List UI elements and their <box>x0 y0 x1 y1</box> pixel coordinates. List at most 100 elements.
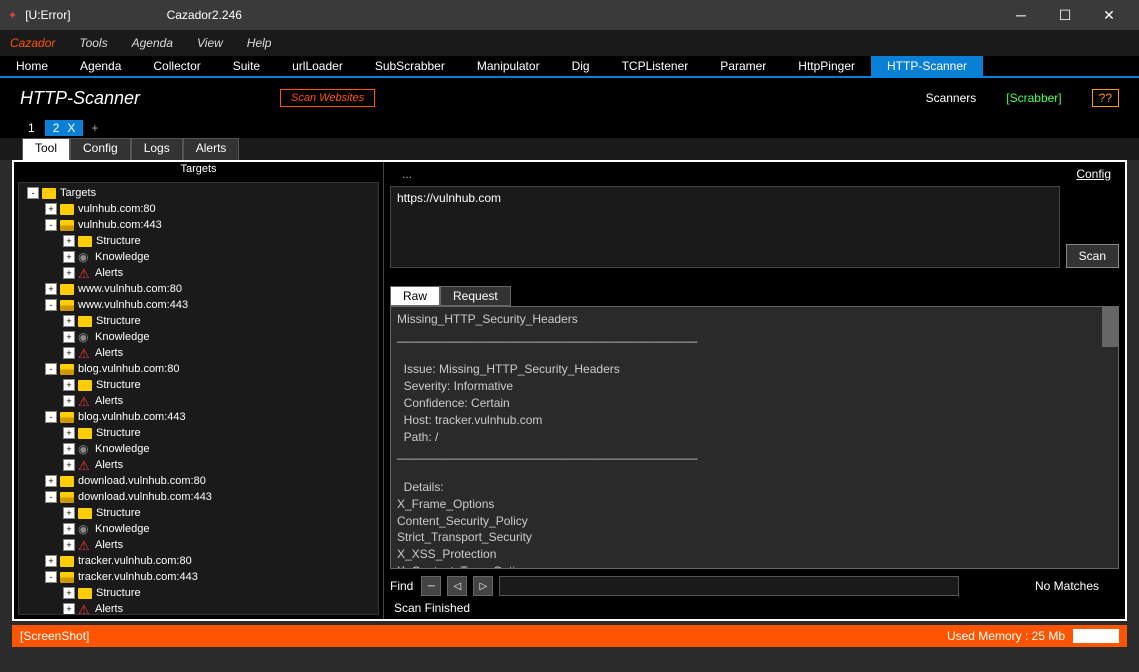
expand-icon[interactable]: - <box>45 411 57 423</box>
menu-tools[interactable]: Tools <box>79 36 107 50</box>
tree-node[interactable]: +Knowledge <box>21 249 376 265</box>
expand-icon[interactable]: + <box>63 251 75 263</box>
tab-paramer[interactable]: Paramer <box>704 56 782 76</box>
screenshot-label[interactable]: [ScreenShot] <box>20 629 89 643</box>
menu-help[interactable]: Help <box>247 36 272 50</box>
tree-node[interactable]: +Knowledge <box>21 441 376 457</box>
tree-node[interactable]: +Alerts <box>21 537 376 553</box>
tree-node[interactable]: +Alerts <box>21 265 376 281</box>
tree-node[interactable]: +Knowledge <box>21 329 376 345</box>
add-tab-button[interactable]: + <box>85 121 104 135</box>
expand-icon[interactable]: + <box>63 539 75 551</box>
url-input[interactable] <box>390 186 1060 268</box>
menu-agenda[interactable]: Agenda <box>132 36 173 50</box>
expand-icon[interactable]: - <box>45 299 57 311</box>
scrollbar-thumb[interactable] <box>1102 307 1118 347</box>
tab-httppinger[interactable]: HttpPinger <box>782 56 871 76</box>
expand-icon[interactable]: + <box>45 283 57 295</box>
tree-node[interactable]: +vulnhub.com:80 <box>21 201 376 217</box>
cfgtab-tool[interactable]: Tool <box>22 138 70 160</box>
session-tab-1[interactable]: 1 <box>20 120 43 136</box>
expand-icon[interactable]: + <box>45 475 57 487</box>
expand-icon[interactable]: + <box>63 603 75 615</box>
tab-subscrabber[interactable]: SubScrabber <box>359 56 461 76</box>
tree-node[interactable]: -download.vulnhub.com:443 <box>21 489 376 505</box>
tab-agenda[interactable]: Agenda <box>64 56 137 76</box>
tree-node[interactable]: +Alerts <box>21 457 376 473</box>
find-collapse-button[interactable]: ─ <box>421 576 441 596</box>
cfgtab-config[interactable]: Config <box>70 138 131 160</box>
help-button[interactable]: ?? <box>1092 89 1119 107</box>
tree-node[interactable]: +Alerts <box>21 345 376 361</box>
expand-icon[interactable]: + <box>63 395 75 407</box>
tree-node[interactable]: +Knowledge <box>21 521 376 537</box>
tab-tcplistener[interactable]: TCPListener <box>606 56 705 76</box>
expand-icon[interactable]: + <box>63 235 75 247</box>
minimize-button[interactable]: ─ <box>999 0 1043 30</box>
find-input[interactable] <box>499 576 959 596</box>
tree-node[interactable]: -www.vulnhub.com:443 <box>21 297 376 313</box>
close-button[interactable]: ✕ <box>1087 0 1131 30</box>
tab-dig[interactable]: Dig <box>556 56 606 76</box>
tab-manipulator[interactable]: Manipulator <box>461 56 556 76</box>
tree-node[interactable]: -blog.vulnhub.com:80 <box>21 361 376 377</box>
session-tab-2[interactable]: 2X <box>45 120 84 136</box>
tab-home[interactable]: Home <box>0 56 64 76</box>
tree-node[interactable]: +Structure <box>21 377 376 393</box>
scanners-link[interactable]: Scanners <box>926 91 977 105</box>
tree-node[interactable]: -vulnhub.com:443 <box>21 217 376 233</box>
tree-node[interactable]: -Targets <box>21 185 376 201</box>
find-prev-button[interactable]: ◁ <box>447 576 467 596</box>
expand-icon[interactable]: + <box>63 267 75 279</box>
expand-icon[interactable]: + <box>63 459 75 471</box>
expand-icon[interactable]: - <box>27 187 39 199</box>
expand-icon[interactable]: + <box>45 203 57 215</box>
tree-node[interactable]: +www.vulnhub.com:80 <box>21 281 376 297</box>
config-link[interactable]: Config <box>1076 167 1111 181</box>
expand-icon[interactable]: + <box>63 427 75 439</box>
tree-node[interactable]: +download.vulnhub.com:80 <box>21 473 376 489</box>
maximize-button[interactable]: ☐ <box>1043 0 1087 30</box>
tab-collector[interactable]: Collector <box>137 56 216 76</box>
menu-view[interactable]: View <box>197 36 223 50</box>
expand-icon[interactable]: + <box>63 507 75 519</box>
tab-urlloader[interactable]: urlLoader <box>276 56 359 76</box>
expand-icon[interactable]: + <box>63 347 75 359</box>
tree-node[interactable]: +Alerts <box>21 393 376 409</box>
find-next-button[interactable]: ▷ <box>473 576 493 596</box>
scan-button[interactable]: Scan <box>1066 244 1119 268</box>
expand-icon[interactable]: - <box>45 363 57 375</box>
cfgtab-logs[interactable]: Logs <box>131 138 183 160</box>
raw-output[interactable]: Missing_HTTP_Security_Headers __________… <box>390 306 1119 569</box>
tree-node[interactable]: -blog.vulnhub.com:443 <box>21 409 376 425</box>
tree-node[interactable]: +Alerts <box>21 601 376 615</box>
tab-suite[interactable]: Suite <box>217 56 276 76</box>
rawtab-request[interactable]: Request <box>440 286 511 306</box>
tree-node[interactable]: +tracker.vulnhub.com:80 <box>21 553 376 569</box>
expand-icon[interactable]: + <box>63 315 75 327</box>
expand-icon[interactable]: - <box>45 491 57 503</box>
expand-icon[interactable]: + <box>63 587 75 599</box>
targets-tree[interactable]: -Targets+vulnhub.com:80-vulnhub.com:443+… <box>18 182 379 615</box>
cfgtab-alerts[interactable]: Alerts <box>183 138 240 160</box>
folder-icon <box>78 588 92 599</box>
scrabber-link[interactable]: [Scrabber] <box>1006 91 1061 105</box>
expand-icon[interactable]: + <box>63 523 75 535</box>
tree-node[interactable]: +Structure <box>21 425 376 441</box>
tree-node[interactable]: -tracker.vulnhub.com:443 <box>21 569 376 585</box>
rawtab-raw[interactable]: Raw <box>390 286 440 306</box>
expand-icon[interactable]: - <box>45 219 57 231</box>
expand-icon[interactable]: + <box>63 443 75 455</box>
close-tab-icon[interactable]: X <box>67 121 75 135</box>
scan-websites-button[interactable]: Scan Websites <box>280 89 375 107</box>
tree-node[interactable]: +Structure <box>21 233 376 249</box>
expand-icon[interactable]: + <box>45 555 57 567</box>
expand-icon[interactable]: - <box>45 571 57 583</box>
tree-node[interactable]: +Structure <box>21 585 376 601</box>
tree-node[interactable]: +Structure <box>21 313 376 329</box>
expand-icon[interactable]: + <box>63 379 75 391</box>
menu-cazador[interactable]: Cazador <box>10 36 55 50</box>
expand-icon[interactable]: + <box>63 331 75 343</box>
tab-http-scanner[interactable]: HTTP-Scanner <box>871 56 983 76</box>
tree-node[interactable]: +Structure <box>21 505 376 521</box>
